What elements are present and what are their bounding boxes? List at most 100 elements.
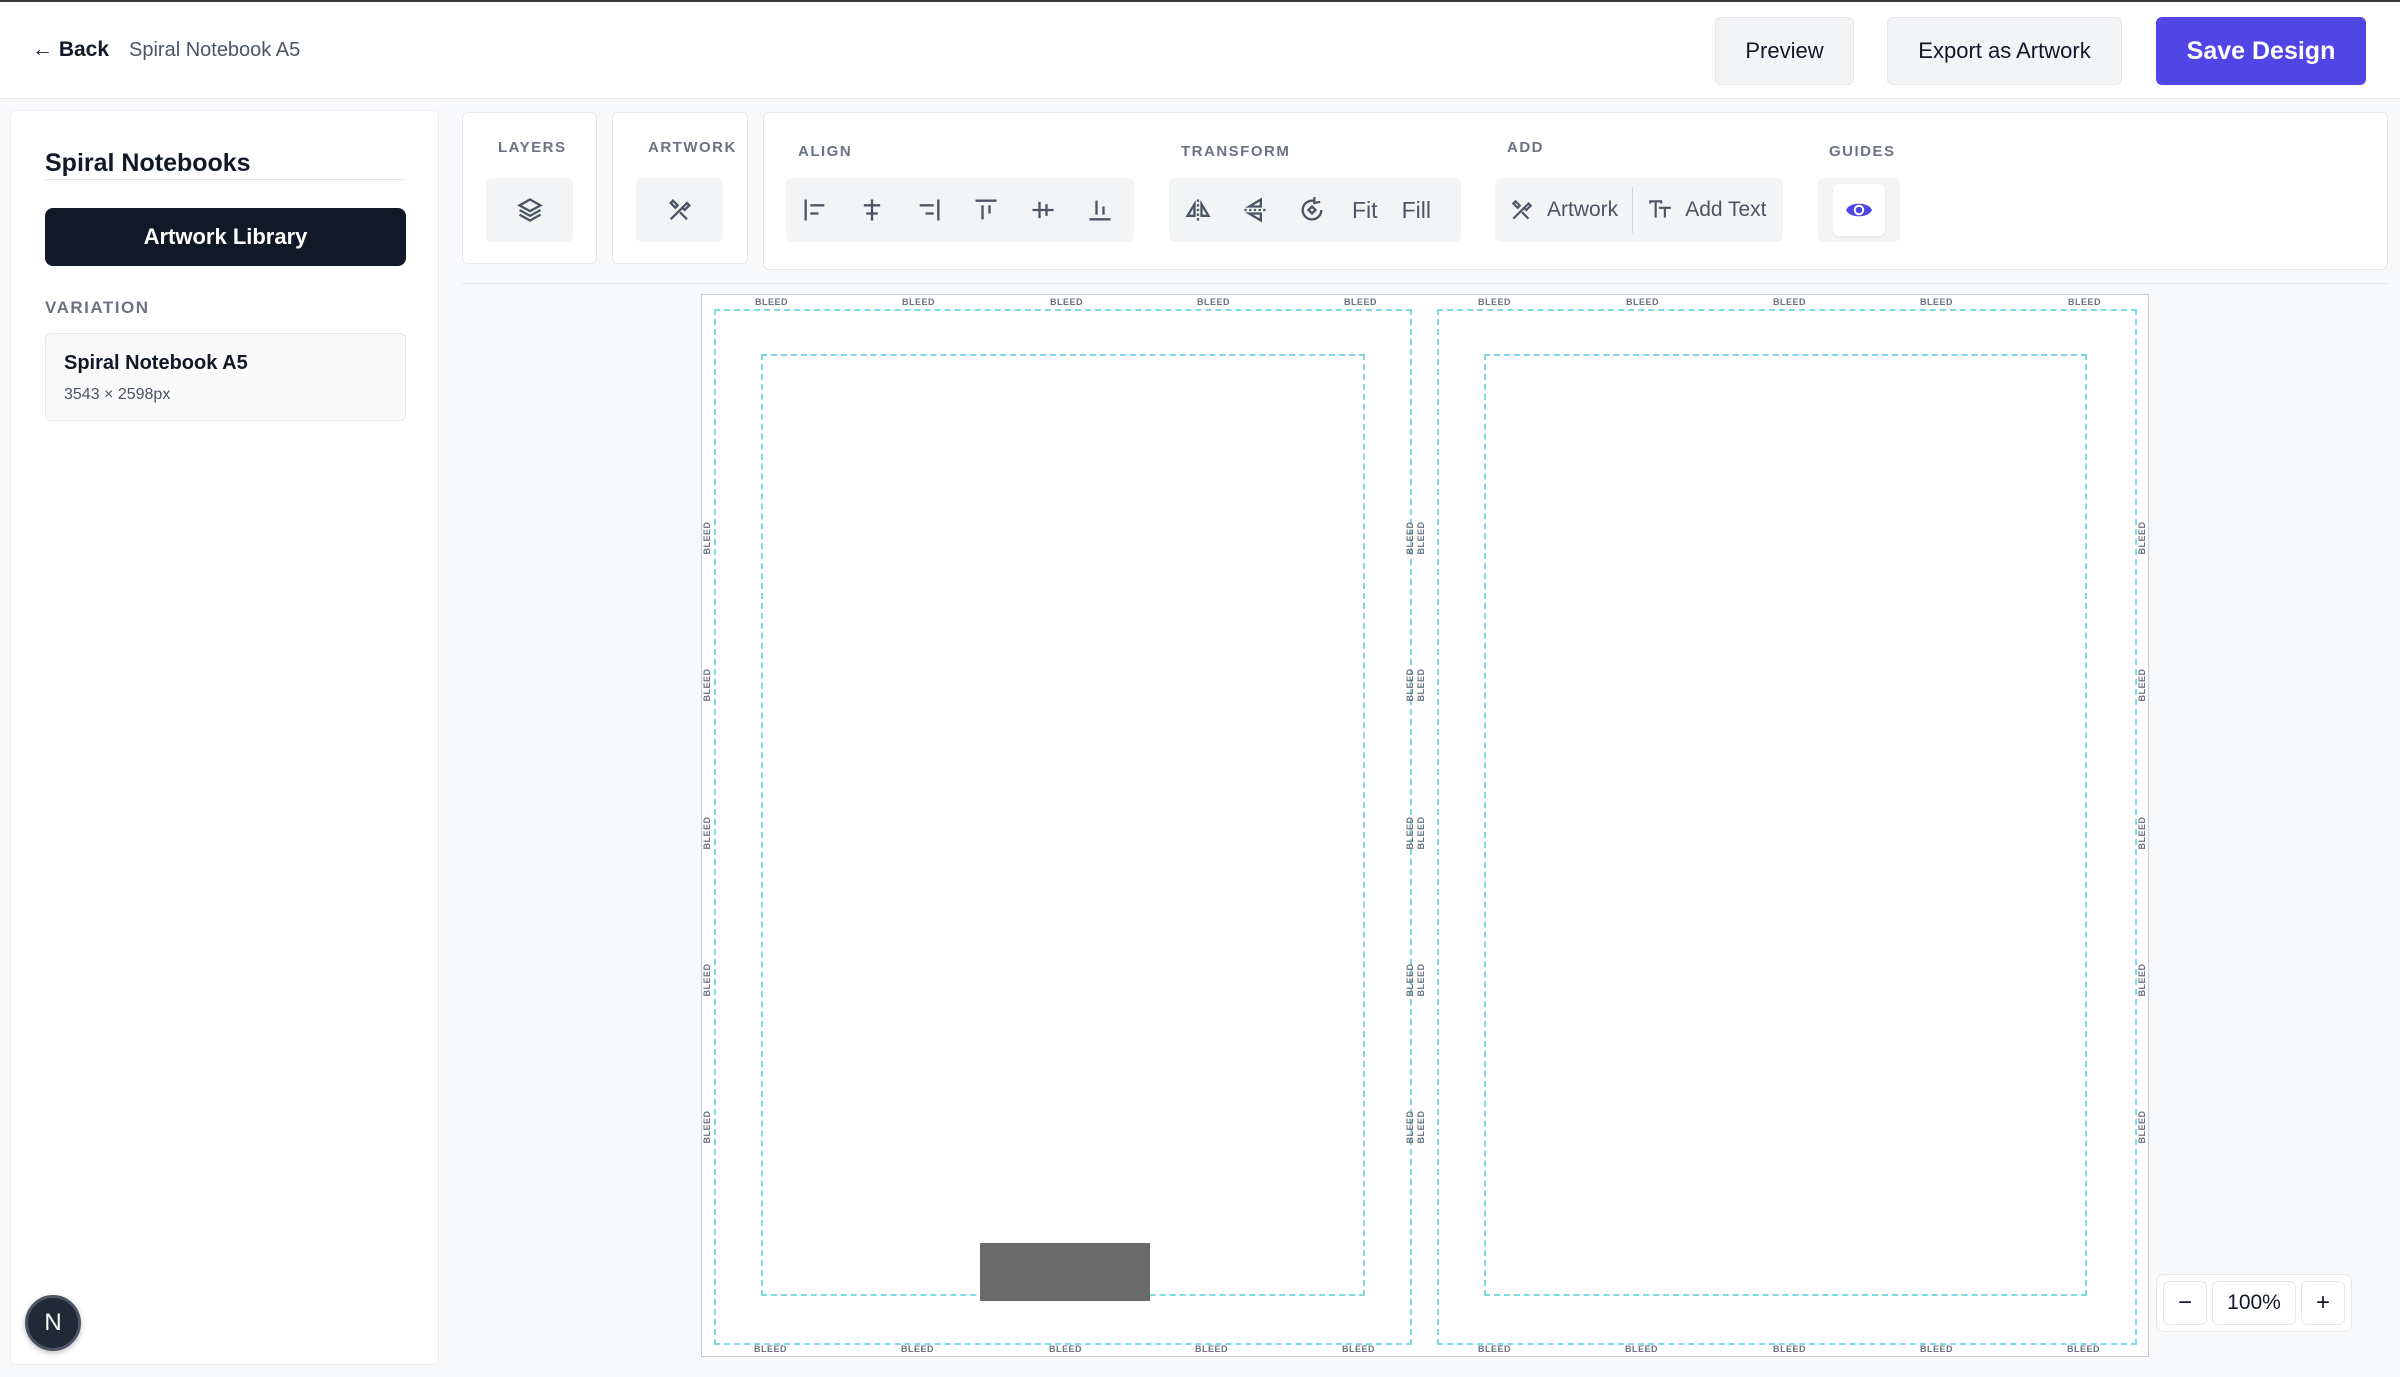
- layers-icon: [516, 198, 543, 222]
- layers-label: LAYERS: [498, 139, 567, 156]
- bleed-label: BLEED: [702, 668, 712, 702]
- align-top-button[interactable]: [957, 178, 1014, 242]
- flip-horizontal-button[interactable]: [1169, 178, 1226, 242]
- add-tool-group: Artwork Add Text: [1495, 178, 1783, 242]
- align-bottom-icon: [1089, 200, 1110, 221]
- align-center-v-button[interactable]: [1014, 178, 1071, 242]
- design-artboard[interactable]: BLEED BLEED BLEED BLEED BLEED BLEED BLEE…: [701, 294, 2149, 1357]
- add-label: ADD: [1507, 139, 1544, 156]
- eye-icon: [1846, 203, 1872, 217]
- artwork-label: ARTWORK: [648, 139, 737, 156]
- bleed-label: BLEED: [1625, 1344, 1659, 1354]
- bleed-label: BLEED: [1416, 668, 1426, 702]
- bleed-label: BLEED: [1416, 963, 1426, 997]
- export-artwork-button[interactable]: Export as Artwork: [1887, 17, 2122, 85]
- flip-vertical-icon: [1244, 197, 1265, 223]
- transform-label: TRANSFORM: [1181, 143, 1291, 160]
- bleed-label: BLEED: [1195, 1344, 1229, 1354]
- align-left-button[interactable]: [786, 178, 843, 242]
- guides-tool-group: [1818, 178, 1900, 242]
- bleed-label: BLEED: [702, 816, 712, 850]
- bleed-label: BLEED: [1050, 297, 1084, 307]
- add-artwork-button[interactable]: Artwork: [1495, 178, 1632, 242]
- artwork-button[interactable]: [636, 178, 723, 242]
- bleed-label: BLEED: [2137, 1110, 2147, 1144]
- align-bottom-button[interactable]: [1071, 178, 1128, 242]
- bleed-label: BLEED: [755, 297, 789, 307]
- bleed-label: BLEED: [901, 1344, 935, 1354]
- artwork-icon: [668, 199, 691, 221]
- layers-button[interactable]: [486, 178, 573, 242]
- align-label: ALIGN: [798, 143, 853, 160]
- app-header: ← Back Spiral Notebook A5 Preview Export…: [0, 2, 2400, 99]
- bleed-label: BLEED: [2137, 668, 2147, 702]
- bleed-label: BLEED: [1920, 1344, 1954, 1354]
- bleed-label: BLEED: [1416, 1110, 1426, 1144]
- layers-tool-group: [486, 178, 573, 242]
- bleed-label: BLEED: [1342, 1344, 1376, 1354]
- bleed-label: BLEED: [1405, 1110, 1415, 1144]
- bleed-label: BLEED: [1405, 521, 1415, 555]
- zoom-in-button[interactable]: +: [2301, 1281, 2345, 1325]
- flip-horizontal-icon: [1184, 199, 1211, 221]
- bleed-label: BLEED: [902, 297, 936, 307]
- align-right-button[interactable]: [900, 178, 957, 242]
- artwork-icon: [1511, 199, 1533, 220]
- add-artwork-label: Artwork: [1547, 198, 1619, 221]
- rotate-icon: [1301, 197, 1323, 221]
- bleed-label: BLEED: [1478, 1344, 1512, 1354]
- guides-label: GUIDES: [1829, 143, 1896, 160]
- flip-vertical-button[interactable]: [1226, 178, 1283, 242]
- variation-card[interactable]: Spiral Notebook A5 3543 × 2598px: [45, 333, 406, 421]
- bleed-label: BLEED: [754, 1344, 788, 1354]
- toolbar-canvas-divider: [462, 283, 2388, 284]
- sidebar-divider: [45, 179, 405, 180]
- bleed-label: BLEED: [2137, 521, 2147, 555]
- bleed-label: BLEED: [702, 1110, 712, 1144]
- artwork-library-button[interactable]: Artwork Library: [45, 208, 406, 266]
- variation-dimensions: 3543 × 2598px: [64, 386, 171, 403]
- align-center-h-button[interactable]: [843, 178, 900, 242]
- align-center-h-icon: [863, 199, 880, 221]
- zoom-control: − 100% +: [2156, 1274, 2352, 1332]
- variation-section-label: VARIATION: [45, 298, 150, 317]
- bleed-label: BLEED: [702, 521, 712, 555]
- avatar[interactable]: N: [25, 1295, 81, 1351]
- preview-button[interactable]: Preview: [1715, 17, 1854, 85]
- bleed-label: BLEED: [1197, 297, 1231, 307]
- zoom-level: 100%: [2212, 1281, 2296, 1325]
- bleed-label: BLEED: [2137, 816, 2147, 850]
- fill-button[interactable]: Fill: [1390, 178, 1443, 242]
- add-text-label: Add Text: [1685, 198, 1767, 221]
- align-left-icon: [804, 199, 824, 221]
- zoom-out-button[interactable]: −: [2163, 1281, 2207, 1325]
- document-title: Spiral Notebook A5: [129, 39, 301, 61]
- bleed-label: BLEED: [1416, 521, 1426, 555]
- bleed-label: BLEED: [1773, 297, 1807, 307]
- save-design-button[interactable]: Save Design: [2156, 17, 2366, 85]
- variation-name: Spiral Notebook A5: [64, 352, 248, 374]
- toggle-guides-button[interactable]: [1833, 184, 1885, 236]
- fit-button[interactable]: Fit: [1340, 178, 1390, 242]
- bleed-label: BLEED: [1049, 1344, 1083, 1354]
- bleed-label: BLEED: [1920, 297, 1954, 307]
- bleed-label: BLEED: [1478, 297, 1512, 307]
- add-text-button[interactable]: Add Text: [1633, 178, 1780, 242]
- bleed-label: BLEED: [2068, 297, 2102, 307]
- sidebar-title: Spiral Notebooks: [45, 149, 251, 177]
- sidebar: Spiral Notebooks Artwork Library VARIATI…: [10, 110, 439, 1365]
- bleed-label: BLEED: [2137, 963, 2147, 997]
- back-button[interactable]: ← Back: [32, 38, 109, 62]
- artwork-tool-group: [636, 178, 723, 242]
- bleed-label: BLEED: [702, 963, 712, 997]
- transform-tool-group: Fit Fill: [1169, 178, 1461, 242]
- bleed-label: BLEED: [1405, 668, 1415, 702]
- bleed-label: BLEED: [1773, 1344, 1807, 1354]
- placed-shape[interactable]: [980, 1243, 1150, 1301]
- align-right-icon: [919, 199, 939, 221]
- bleed-label: BLEED: [1344, 297, 1378, 307]
- rotate-button[interactable]: [1283, 178, 1340, 242]
- bleed-label: BLEED: [2067, 1344, 2101, 1354]
- bleed-label: BLEED: [1405, 816, 1415, 850]
- align-center-v-icon: [1032, 201, 1053, 219]
